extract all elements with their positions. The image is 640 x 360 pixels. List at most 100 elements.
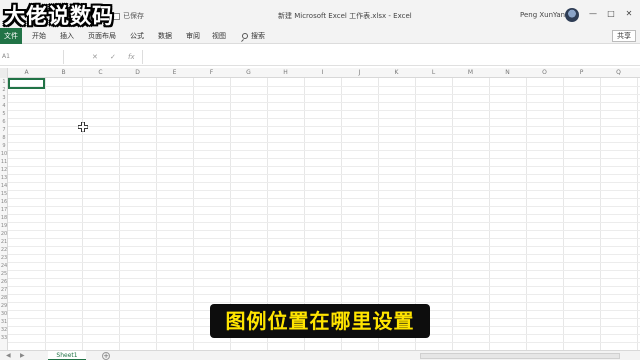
- sheet-tab-bar: ◀ ▶ Sheet1 +: [0, 350, 640, 360]
- sheet-next-icon[interactable]: ▶: [20, 351, 25, 360]
- row-gridline: [8, 102, 640, 103]
- row-header[interactable]: 30: [0, 310, 8, 318]
- row-header[interactable]: 16: [0, 198, 8, 206]
- tab-data[interactable]: 数据: [158, 28, 172, 44]
- row-header[interactable]: 17: [0, 206, 8, 214]
- cell-cursor-icon: [78, 122, 88, 132]
- row-header[interactable]: 3: [0, 94, 8, 102]
- row-header[interactable]: 11: [0, 158, 8, 166]
- row-header[interactable]: 9: [0, 142, 8, 150]
- row-header[interactable]: 29: [0, 302, 8, 310]
- row-header[interactable]: 12: [0, 166, 8, 174]
- minimize-button[interactable]: —: [588, 9, 598, 18]
- column-header[interactable]: A: [8, 68, 45, 78]
- column-header[interactable]: C: [82, 68, 119, 78]
- name-box[interactable]: A1: [0, 50, 64, 64]
- sheet-prev-icon[interactable]: ◀: [6, 351, 11, 360]
- close-button[interactable]: ✕: [624, 9, 634, 18]
- row-header[interactable]: 7: [0, 126, 8, 134]
- maximize-button[interactable]: □: [606, 9, 616, 18]
- row-header[interactable]: 25: [0, 270, 8, 278]
- column-header[interactable]: G: [230, 68, 267, 78]
- row-header[interactable]: 20: [0, 230, 8, 238]
- column-header[interactable]: N: [489, 68, 526, 78]
- tab-formulas[interactable]: 公式: [130, 28, 144, 44]
- add-sheet-button[interactable]: +: [102, 352, 110, 360]
- row-gridline: [8, 270, 640, 271]
- row-gridline: [8, 294, 640, 295]
- row-header[interactable]: 2: [0, 86, 8, 94]
- tab-file[interactable]: 文件: [0, 28, 22, 44]
- column-header[interactable]: P: [563, 68, 600, 78]
- row-header[interactable]: 10: [0, 150, 8, 158]
- row-header[interactable]: 19: [0, 222, 8, 230]
- column-header[interactable]: E: [156, 68, 193, 78]
- column-header[interactable]: I: [304, 68, 341, 78]
- row-gridline: [8, 158, 640, 159]
- row-gridline: [8, 278, 640, 279]
- row-header[interactable]: 22: [0, 246, 8, 254]
- column-header[interactable]: O: [526, 68, 563, 78]
- row-header[interactable]: 33: [0, 334, 8, 342]
- horizontal-scrollbar[interactable]: [420, 353, 620, 359]
- row-header[interactable]: 27: [0, 286, 8, 294]
- column-header[interactable]: Q: [600, 68, 637, 78]
- column-header[interactable]: B: [45, 68, 82, 78]
- user-name[interactable]: Peng XunYan: [520, 11, 565, 19]
- row-gridline: [8, 206, 640, 207]
- row-header[interactable]: 6: [0, 118, 8, 126]
- active-cell[interactable]: [8, 78, 45, 89]
- row-header[interactable]: 14: [0, 182, 8, 190]
- row-header[interactable]: 23: [0, 254, 8, 262]
- save-status: 已保存: [123, 12, 144, 20]
- row-header[interactable]: 28: [0, 294, 8, 302]
- row-gridline: [8, 182, 640, 183]
- row-gridline: [8, 342, 640, 343]
- row-gridline: [8, 110, 640, 111]
- row-headers: 1 2 3 4 5 6 7 8 9 10 11 12 13 14 15 16 17 18 19 20 21 22 23 24 2…: [0, 78, 8, 350]
- row-gridline: [8, 238, 640, 239]
- formula-input[interactable]: [142, 50, 638, 64]
- quick-access-toolbar[interactable]: 已保存: [112, 11, 144, 21]
- row-gridline: [8, 214, 640, 215]
- row-header[interactable]: 5: [0, 110, 8, 118]
- row-gridline: [8, 86, 640, 87]
- column-header[interactable]: H: [267, 68, 304, 78]
- column-header[interactable]: F: [193, 68, 230, 78]
- row-header[interactable]: 21: [0, 238, 8, 246]
- cancel-icon[interactable]: ✕: [92, 50, 98, 64]
- row-header[interactable]: 26: [0, 278, 8, 286]
- tab-page-layout[interactable]: 页面布局: [88, 28, 116, 44]
- row-header[interactable]: 13: [0, 174, 8, 182]
- row-header[interactable]: 8: [0, 134, 8, 142]
- row-header[interactable]: 32: [0, 326, 8, 334]
- row-header[interactable]: 18: [0, 214, 8, 222]
- row-header[interactable]: 31: [0, 318, 8, 326]
- tab-review[interactable]: 审阅: [186, 28, 200, 44]
- tab-home[interactable]: 开始: [32, 28, 46, 44]
- column-header[interactable]: K: [378, 68, 415, 78]
- row-header[interactable]: 15: [0, 190, 8, 198]
- column-header[interactable]: J: [341, 68, 378, 78]
- row-gridline: [8, 174, 640, 175]
- fx-icon[interactable]: fx: [128, 50, 135, 64]
- ribbon-search[interactable]: 搜索: [242, 28, 265, 44]
- row-header[interactable]: 1: [0, 78, 8, 86]
- row-gridline: [8, 302, 640, 303]
- row-header[interactable]: 4: [0, 102, 8, 110]
- avatar[interactable]: [565, 8, 579, 22]
- select-all-corner[interactable]: [0, 68, 8, 78]
- row-gridline: [8, 254, 640, 255]
- column-header[interactable]: L: [415, 68, 452, 78]
- share-button[interactable]: 共享: [612, 30, 636, 42]
- row-header[interactable]: 24: [0, 262, 8, 270]
- enter-icon[interactable]: ✓: [110, 50, 116, 64]
- search-icon: [242, 33, 248, 39]
- sheet-tab-sheet1[interactable]: Sheet1: [48, 351, 86, 360]
- row-gridline: [8, 126, 640, 127]
- column-header[interactable]: M: [452, 68, 489, 78]
- row-gridline: [8, 190, 640, 191]
- tab-insert[interactable]: 插入: [60, 28, 74, 44]
- tab-view[interactable]: 视图: [212, 28, 226, 44]
- column-header[interactable]: D: [119, 68, 156, 78]
